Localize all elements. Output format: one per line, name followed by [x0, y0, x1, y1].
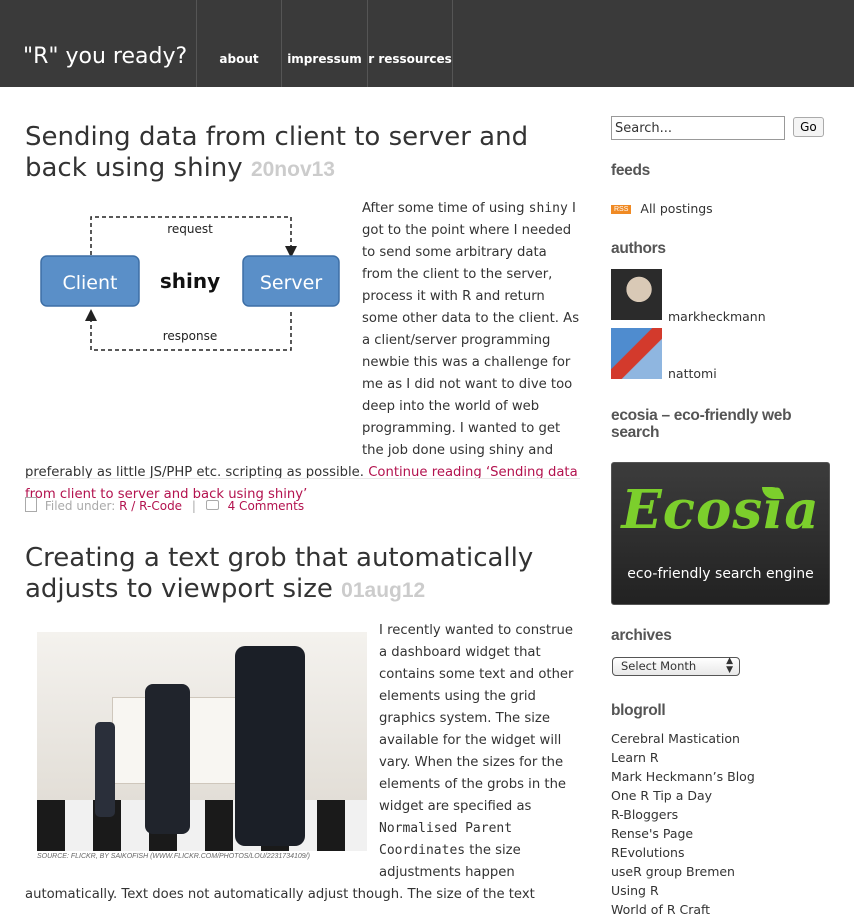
blogroll-list: Cerebral Mastication Learn R Mark Heckma…	[611, 729, 755, 919]
blogroll-link[interactable]: REvolutions	[611, 843, 755, 862]
nav-label[interactable]: impressum	[282, 52, 367, 66]
post-meta: Filed under: R / R-Code | 4 Comments	[25, 478, 580, 513]
ecosia-heading: ecosia – eco-friendly web search	[611, 407, 792, 441]
ecosia-logo: Ecosia	[621, 479, 820, 541]
archives-heading: archives	[611, 627, 672, 644]
avatar	[611, 269, 662, 320]
ecosia-tagline: eco-friendly search engine	[627, 566, 814, 582]
blogroll-link[interactable]: Using R	[611, 881, 755, 900]
post-excerpt: After some time of using shiny I got to …	[25, 198, 581, 506]
blogroll-link[interactable]: Cerebral Mastication	[611, 729, 755, 748]
feeds-heading: feeds	[611, 162, 650, 179]
blogroll-heading: blogroll	[611, 702, 666, 719]
avatar	[611, 328, 662, 379]
nav-item-r-ressources[interactable]: r ressources	[367, 0, 453, 87]
excerpt-text: automatically. Text does not automatical…	[25, 887, 535, 902]
category-link[interactable]: R / R-Code	[119, 499, 182, 513]
search-input[interactable]	[611, 116, 785, 140]
feeds-link[interactable]: RSS All postings	[611, 201, 713, 216]
nav-item-about[interactable]: about	[196, 0, 281, 87]
post-title[interactable]: Creating a text grob that automatically …	[25, 543, 585, 606]
author-name[interactable]: nattomi	[668, 366, 717, 381]
filed-under-label: Filed under:	[44, 499, 116, 513]
blogroll-link[interactable]: R-Bloggers	[611, 805, 755, 824]
excerpt-text: I recently wanted to construe a dashboar…	[379, 623, 574, 814]
blogroll-link[interactable]: One R Tip a Day	[611, 786, 755, 805]
site-title[interactable]: "R" you ready?	[23, 44, 187, 69]
post-title[interactable]: Sending data from client to server and b…	[25, 122, 585, 185]
document-icon	[25, 497, 37, 512]
nav-label[interactable]: r ressources	[368, 52, 452, 66]
archive-month-select[interactable]: Select Month ▲ ▼	[612, 657, 740, 676]
excerpt-code: shiny	[528, 201, 568, 216]
feeds-link-text[interactable]: All postings	[640, 201, 712, 216]
authors-heading: authors	[611, 240, 666, 257]
post-date: 01aug12	[341, 579, 426, 602]
meta-separator: |	[191, 499, 196, 513]
nav-label[interactable]: about	[197, 52, 281, 66]
comments-link[interactable]: 4 Comments	[228, 499, 305, 513]
select-value: Select Month	[621, 659, 697, 673]
search-form: Go	[611, 116, 824, 140]
chevron-updown-icon: ▲ ▼	[726, 656, 733, 675]
blogroll-link[interactable]: Rense's Page	[611, 824, 755, 843]
post-date: 20nov13	[250, 158, 335, 181]
blogroll-link[interactable]: Learn R	[611, 748, 755, 767]
nav-item-impressum[interactable]: impressum	[281, 0, 367, 87]
post-title-text[interactable]: Creating a text grob that automatically …	[25, 543, 533, 604]
blogroll-link[interactable]: useR group Bremen	[611, 862, 755, 881]
ecosia-banner[interactable]: Ecosia eco-friendly search engine	[611, 462, 830, 605]
post-excerpt: I recently wanted to construe a dashboar…	[25, 620, 581, 906]
search-go-button[interactable]: Go	[793, 116, 824, 137]
site-header: "R" you ready? about impressum r ressour…	[0, 0, 854, 87]
blogroll-link[interactable]: Mark Heckmann’s Blog	[611, 767, 755, 786]
author-name[interactable]: markheckmann	[668, 309, 766, 324]
excerpt-text: After some time of using	[362, 201, 525, 216]
comment-icon	[205, 500, 219, 510]
rss-icon: RSS	[611, 205, 632, 214]
